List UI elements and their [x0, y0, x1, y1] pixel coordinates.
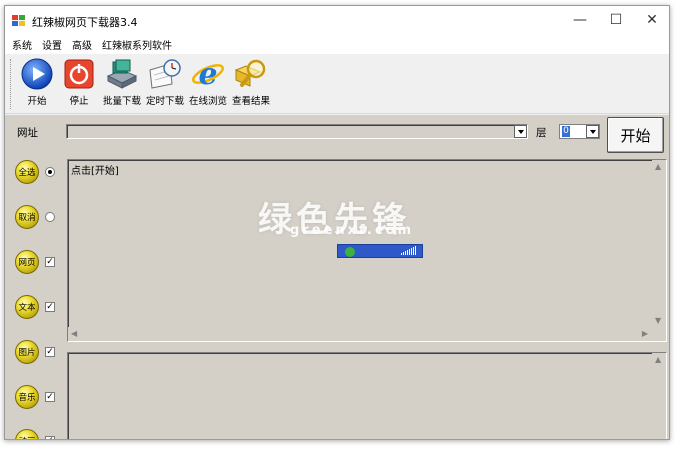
- download-arrow-icon: [345, 247, 355, 257]
- log-vertical-scrollbar[interactable]: ▲ ▼: [652, 160, 666, 341]
- log-horizontal-scrollbar[interactable]: ◀ ▶: [68, 327, 666, 341]
- maximize-button[interactable]: ☐: [598, 6, 634, 34]
- window-title: 红辣椒网页下载器3.4: [32, 16, 138, 29]
- toolbar-view-results-button[interactable]: 查看结果: [232, 56, 270, 107]
- text-checkbox[interactable]: ✓: [45, 302, 55, 312]
- level-select[interactable]: 0: [559, 124, 600, 139]
- scheduled-download-icon: [149, 59, 181, 89]
- title-bar: 红辣椒网页下载器3.4 — ☐ ✕: [5, 6, 669, 34]
- menu-advanced[interactable]: 高级: [72, 37, 92, 52]
- level-dropdown-arrow-icon[interactable]: [586, 125, 599, 138]
- svg-text:e: e: [198, 57, 217, 91]
- toolbar-stop-button[interactable]: 停止: [62, 56, 96, 107]
- toolbar-batch-download-label: 批量下载: [103, 96, 142, 107]
- scroll-down-icon[interactable]: ▼: [655, 316, 661, 325]
- url-label: 网址: [17, 127, 38, 139]
- results-scroll-up-icon[interactable]: ▲: [655, 355, 661, 364]
- webpage-ball-button[interactable]: 网页: [15, 250, 39, 274]
- toolbar-scheduled-download-label: 定时下载: [146, 96, 185, 107]
- toolbar-view-results-label: 查看结果: [232, 96, 271, 107]
- results-vertical-scrollbar[interactable]: ▲: [652, 353, 666, 439]
- magnifier-folder-icon: [234, 59, 266, 87]
- toolbar-online-browse-button[interactable]: e 在线浏览: [189, 56, 227, 107]
- select-all-ball-button[interactable]: 全选: [15, 160, 39, 184]
- main-area: 网址 层 0 开始 全选 取消 网页 ✓ 文本 ✓ 图片 ✓ 音乐 ✓ 点击[开…: [5, 115, 669, 439]
- toolbar-batch-download-button[interactable]: 批量下载: [103, 56, 141, 107]
- image-ball-button[interactable]: 图片: [15, 340, 39, 364]
- log-text: 点击[开始]: [71, 166, 119, 177]
- results-panel[interactable]: ▲: [67, 352, 667, 439]
- image-checkbox[interactable]: ✓: [45, 347, 55, 357]
- scroll-right-icon[interactable]: ▶: [642, 329, 648, 338]
- watermark-badge: [337, 244, 423, 258]
- minimize-button[interactable]: —: [562, 6, 598, 34]
- toolbar-online-browse-label: 在线浏览: [189, 96, 228, 107]
- signal-bars-icon: [401, 246, 416, 255]
- app-icon: [12, 15, 25, 26]
- text-ball-button[interactable]: 文本: [15, 295, 39, 319]
- level-label: 层: [536, 127, 547, 139]
- music-ball-button[interactable]: 音乐: [15, 385, 39, 409]
- scroll-left-icon[interactable]: ◀: [71, 329, 77, 338]
- batch-download-icon: [106, 59, 138, 89]
- menu-settings[interactable]: 设置: [42, 37, 62, 52]
- toolbar: 开始 停止 批量下载 定时下载 e 在线浏览 查看结果: [5, 54, 669, 114]
- select-all-radio[interactable]: [45, 167, 55, 177]
- music-checkbox[interactable]: ✓: [45, 392, 55, 402]
- webpage-checkbox[interactable]: ✓: [45, 257, 55, 267]
- menu-system[interactable]: 系统: [12, 37, 32, 52]
- level-value: 0: [562, 126, 570, 137]
- watermark-url: greenxf.com: [290, 223, 415, 238]
- menu-bar: 系统 设置 高级 红辣椒系列软件: [5, 34, 669, 54]
- menu-series-software[interactable]: 红辣椒系列软件: [102, 37, 172, 52]
- play-icon: [21, 58, 53, 90]
- animation-checkbox[interactable]: ✓: [45, 436, 55, 439]
- toolbar-scheduled-download-button[interactable]: 定时下载: [146, 56, 184, 107]
- scroll-up-icon[interactable]: ▲: [655, 162, 661, 171]
- start-button[interactable]: 开始: [607, 117, 664, 153]
- ie-browser-icon: e: [192, 57, 224, 91]
- animation-ball-button[interactable]: 动画: [15, 429, 39, 439]
- toolbar-stop-label: 停止: [69, 96, 89, 107]
- cancel-radio[interactable]: [45, 212, 55, 222]
- url-dropdown-arrow-icon[interactable]: [514, 125, 527, 138]
- cancel-ball-button[interactable]: 取消: [15, 205, 39, 229]
- toolbar-grip[interactable]: [10, 59, 13, 109]
- url-input[interactable]: [66, 124, 528, 139]
- toolbar-start-button[interactable]: 开始: [20, 56, 54, 107]
- toolbar-start-label: 开始: [27, 96, 47, 107]
- power-icon: [64, 59, 94, 89]
- close-button[interactable]: ✕: [634, 6, 669, 34]
